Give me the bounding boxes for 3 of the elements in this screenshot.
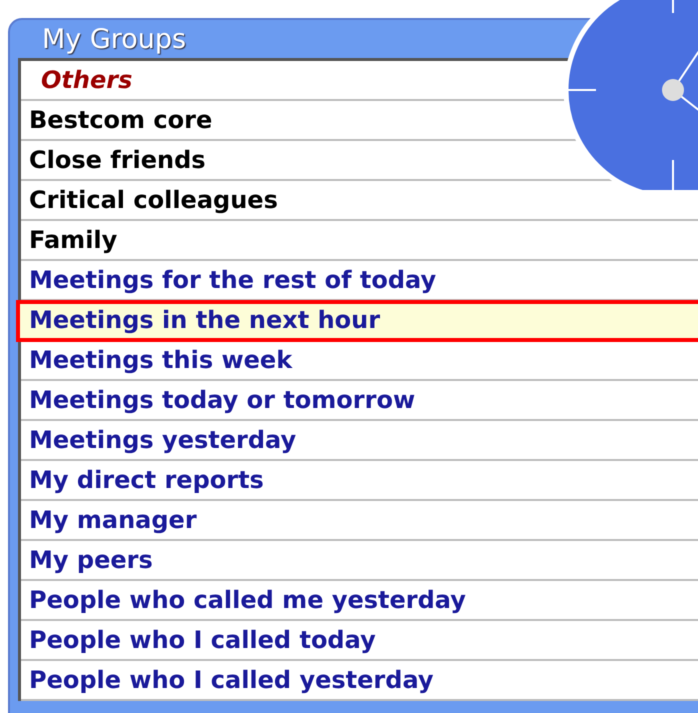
group-row[interactable]: Meetings in the next hour [17,301,698,341]
panel-title: My Groups [42,24,186,54]
group-row[interactable]: Meetings this week [21,341,698,381]
